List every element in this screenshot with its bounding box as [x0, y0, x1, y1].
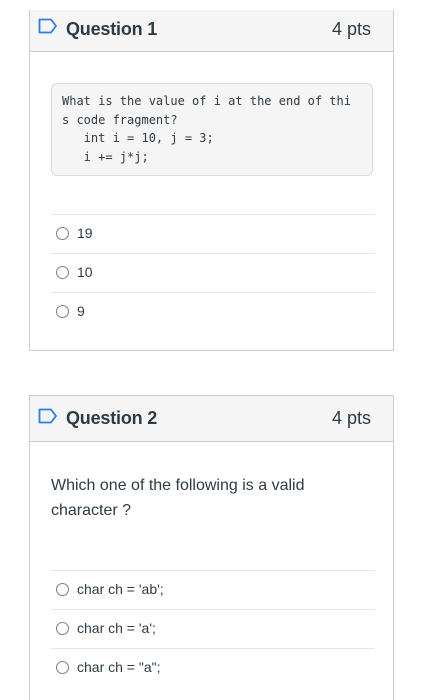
flag-question-icon[interactable]: [38, 18, 58, 34]
answer-label: char ch = 'ab';: [77, 581, 164, 597]
question-2-title: Question 2: [66, 408, 158, 428]
answer-label: char ch = "a";: [77, 659, 161, 675]
radio-button[interactable]: [56, 622, 69, 635]
answer-label: 19: [77, 225, 93, 241]
answer-option[interactable]: char ch = "a";: [51, 648, 375, 687]
answer-option[interactable]: char ch = 'a';: [51, 609, 375, 648]
question-2-header: Question 2 4 pts: [30, 396, 393, 442]
question-1-card: Question 1 4 pts What is the value of i …: [29, 10, 394, 351]
answer-label: 10: [77, 264, 93, 280]
flag-question-icon[interactable]: [38, 408, 58, 424]
answer-option[interactable]: char ch = 'ab';: [51, 570, 375, 609]
radio-button[interactable]: [56, 266, 69, 279]
radio-button[interactable]: [56, 583, 69, 596]
quiz-page: Question 1 4 pts What is the value of i …: [0, 0, 425, 700]
question-1-header: Question 1 4 pts: [30, 10, 393, 52]
answer-option[interactable]: 9: [51, 292, 375, 331]
answer-label: 9: [77, 303, 85, 319]
question-2-text: Which one of the following is a valid ch…: [51, 477, 305, 519]
question-2-answers: char ch = 'ab'; char ch = 'a'; char ch =…: [51, 570, 375, 687]
radio-button[interactable]: [56, 661, 69, 674]
answer-option[interactable]: 19: [51, 214, 375, 253]
question-1-points: 4 pts: [331, 19, 371, 39]
answer-label: char ch = 'a';: [77, 620, 156, 636]
question-2-points: 4 pts: [331, 408, 371, 428]
question-2-card: Question 2 4 pts Which one of the follow…: [29, 395, 394, 700]
answer-option[interactable]: 10: [51, 253, 375, 292]
question-1-code-block: What is the value of i at the end of thi…: [51, 83, 373, 176]
question-1-title: Question 1: [66, 19, 158, 39]
radio-button[interactable]: [56, 305, 69, 318]
question-1-answers: 19 10 9: [51, 214, 375, 331]
radio-button[interactable]: [56, 227, 69, 240]
